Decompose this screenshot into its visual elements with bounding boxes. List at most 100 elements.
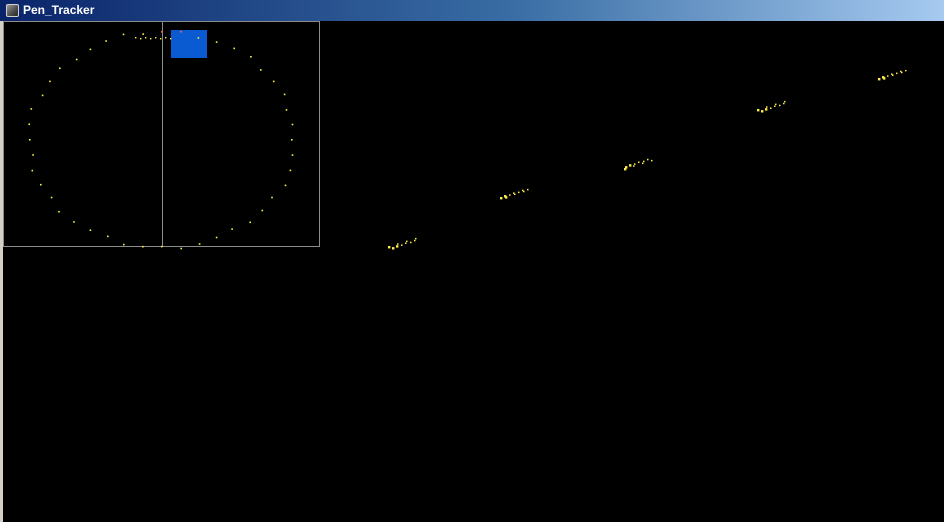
ring-dot bbox=[215, 41, 218, 43]
ring-dot bbox=[161, 31, 163, 33]
trail-dot bbox=[500, 197, 503, 200]
trail-dot bbox=[414, 239, 416, 242]
trail-dot bbox=[514, 193, 516, 195]
ring-dot bbox=[249, 221, 251, 224]
trail-dot bbox=[518, 191, 520, 194]
ring-dot bbox=[180, 30, 182, 33]
trail-dot bbox=[396, 245, 399, 248]
ring-dot bbox=[180, 247, 182, 250]
ring-dot bbox=[122, 33, 125, 36]
trail-dot bbox=[638, 161, 640, 163]
ring-dot bbox=[89, 229, 92, 231]
ring-dot bbox=[283, 93, 286, 96]
trail-dot bbox=[634, 163, 636, 165]
pen-position-marker bbox=[171, 30, 207, 58]
trail-dot bbox=[901, 71, 903, 74]
ring-link-dot bbox=[150, 38, 152, 40]
window-title: Pen_Tracker bbox=[23, 3, 95, 17]
ring-dot bbox=[40, 183, 42, 186]
ring-dot bbox=[197, 37, 200, 39]
ring-link-dot bbox=[155, 37, 157, 39]
ring-dot bbox=[261, 209, 264, 212]
ring-dot bbox=[32, 154, 34, 156]
app-window-icon[interactable] bbox=[6, 4, 19, 17]
title-bar[interactable]: Pen_Tracker bbox=[0, 0, 944, 21]
ring-dot bbox=[260, 69, 262, 71]
trail-dot bbox=[779, 104, 781, 107]
trail-dot bbox=[406, 240, 408, 243]
ring-link-dot bbox=[160, 38, 162, 40]
ring-dot bbox=[107, 235, 109, 238]
trail-dot bbox=[757, 109, 760, 112]
ring-dot bbox=[49, 80, 51, 83]
ring-dot bbox=[123, 243, 125, 246]
trail-dot bbox=[765, 108, 768, 111]
ring-link-dot bbox=[170, 38, 172, 40]
ring-dot bbox=[271, 196, 273, 199]
trail-dot bbox=[892, 74, 894, 76]
ring-link-dot bbox=[165, 37, 167, 39]
trail-dot bbox=[761, 110, 764, 113]
ring-dot bbox=[30, 108, 33, 110]
ring-dot bbox=[105, 40, 107, 42]
trail-dot bbox=[625, 166, 628, 169]
trail-dot bbox=[505, 196, 508, 199]
trail-dot bbox=[887, 75, 889, 77]
ring-dot bbox=[215, 236, 218, 239]
trail-dot bbox=[392, 247, 395, 250]
trail-dot bbox=[775, 103, 777, 106]
ring-dot bbox=[58, 210, 60, 213]
ring-dot bbox=[31, 169, 34, 172]
ring-dot bbox=[41, 94, 44, 97]
trail-dot bbox=[509, 194, 511, 196]
trail-dot bbox=[766, 106, 768, 108]
ring-dot bbox=[233, 47, 235, 50]
ring-dot bbox=[161, 245, 163, 248]
ring-dot bbox=[29, 139, 31, 141]
trail-dot bbox=[401, 244, 403, 246]
trail-dot bbox=[415, 237, 417, 240]
ring-dot bbox=[59, 67, 61, 70]
ring-dot bbox=[50, 196, 53, 199]
trail-dot bbox=[883, 77, 886, 80]
trail-dot bbox=[405, 242, 407, 244]
trail-dot bbox=[784, 100, 786, 103]
trail-dot bbox=[878, 78, 881, 81]
ring-dot bbox=[291, 139, 293, 141]
ring-link-dot bbox=[145, 37, 147, 39]
ring-dot bbox=[75, 58, 78, 61]
ring-dot bbox=[73, 221, 75, 223]
ring-dot bbox=[28, 123, 30, 126]
ring-dot bbox=[291, 154, 294, 156]
trail-dot bbox=[774, 105, 776, 107]
calibration-ring-dots bbox=[28, 30, 294, 250]
ring-dot bbox=[284, 184, 287, 187]
tracking-surface bbox=[3, 21, 907, 250]
trail-dot bbox=[629, 164, 632, 167]
trail-dot bbox=[397, 243, 399, 245]
trail-dot bbox=[642, 162, 644, 165]
trail-dot bbox=[527, 188, 529, 191]
calibration-inset bbox=[3, 21, 320, 247]
trail-dot bbox=[633, 165, 635, 167]
trail-dot bbox=[651, 159, 653, 162]
ring-dot bbox=[250, 56, 252, 58]
ring-dot bbox=[285, 109, 288, 111]
ring-dot bbox=[89, 48, 92, 51]
ring-dot bbox=[289, 169, 292, 172]
ring-link-dot bbox=[140, 38, 142, 40]
ring-dot bbox=[142, 245, 144, 248]
trail-dot bbox=[643, 160, 645, 163]
trail-dot bbox=[896, 72, 898, 75]
trail-dot bbox=[647, 158, 649, 161]
trail-dot bbox=[783, 102, 785, 105]
ring-dot bbox=[272, 80, 275, 83]
tracking-canvas[interactable] bbox=[3, 21, 944, 522]
ring-dot bbox=[142, 33, 144, 35]
ring-dot bbox=[231, 228, 233, 230]
trail-dot bbox=[410, 241, 412, 244]
ring-dot bbox=[291, 123, 294, 126]
pen-trail-clusters bbox=[388, 69, 907, 250]
trail-dot bbox=[523, 190, 525, 193]
trail-dot bbox=[388, 246, 391, 249]
